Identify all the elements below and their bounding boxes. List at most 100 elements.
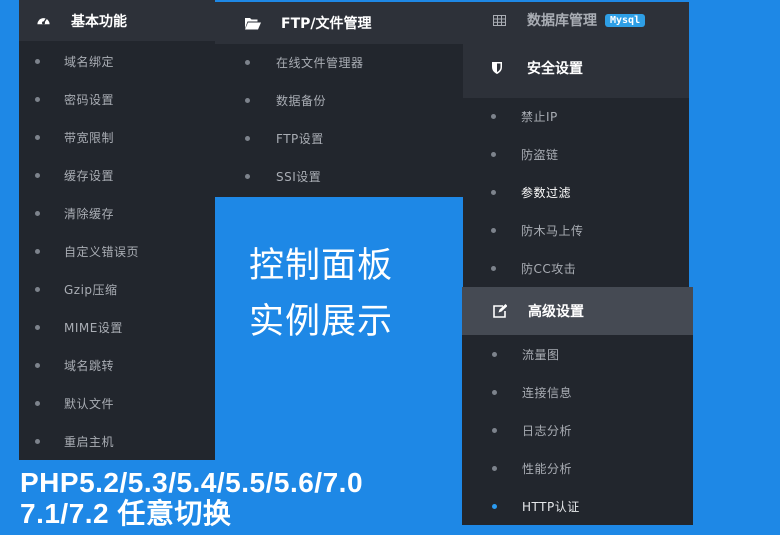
basic-functions-menu: 基本功能 域名绑定 密码设置 带宽限制 缓存设置 清除缓存 自定义错误页 Gzi… xyxy=(19,0,215,460)
bullet-icon xyxy=(491,189,496,195)
advanced-header[interactable]: 高级设置 xyxy=(462,287,693,335)
advanced-title: 高级设置 xyxy=(528,304,584,320)
bullet-icon xyxy=(35,362,40,368)
menu-item-label: 性能分析 xyxy=(522,461,573,476)
security-menu: 安全设置 禁止IP 防盗链 参数过滤 防木马上传 防CC攻击 xyxy=(463,38,689,288)
menu-item-label: 防CC攻击 xyxy=(521,261,577,276)
bullet-icon xyxy=(491,265,496,271)
menu-item-label: 密码设置 xyxy=(64,92,115,107)
menu-item-connection-info[interactable]: 连接信息 xyxy=(462,373,693,411)
menu-item-clear-cache[interactable]: 清除缓存 xyxy=(19,194,215,232)
basic-functions-header[interactable]: 基本功能 xyxy=(19,0,215,41)
bullet-icon xyxy=(35,324,40,330)
menu-item-label: 日志分析 xyxy=(522,423,573,438)
mysql-badge: Mysql xyxy=(605,13,646,27)
menu-item-label: 连接信息 xyxy=(522,385,573,400)
basic-functions-title: 基本功能 xyxy=(71,13,127,30)
menu-item-domain-redirect[interactable]: 域名跳转 xyxy=(19,346,215,384)
menu-item-ftp-settings[interactable]: FTP设置 xyxy=(215,119,463,157)
menu-item-label: MIME设置 xyxy=(64,320,123,335)
menu-item-performance-analysis[interactable]: 性能分析 xyxy=(462,449,693,487)
menu-item-cache-settings[interactable]: 缓存设置 xyxy=(19,156,215,194)
menu-item-label: 参数过滤 xyxy=(521,185,572,200)
bullet-icon xyxy=(492,503,497,509)
menu-item-param-filter[interactable]: 参数过滤 xyxy=(463,173,689,211)
menu-item-bandwidth-limit[interactable]: 带宽限制 xyxy=(19,118,215,156)
bullet-icon xyxy=(35,58,40,64)
menu-item-label: 清除缓存 xyxy=(64,206,115,221)
menu-item-online-file-manager[interactable]: 在线文件管理器 xyxy=(215,43,463,81)
php-version-banner: PHP5.2/5.3/5.4/5.5/5.6/7.0 7.1/7.2 任意切换 xyxy=(20,467,363,529)
shield-icon xyxy=(489,60,505,76)
menu-item-anti-cc-attack[interactable]: 防CC攻击 xyxy=(463,249,689,287)
menu-item-label: 自定义错误页 xyxy=(64,244,140,259)
menu-item-anti-trojan-upload[interactable]: 防木马上传 xyxy=(463,211,689,249)
menu-item-label: HTTP认证 xyxy=(522,499,580,514)
security-title: 安全设置 xyxy=(527,61,583,77)
database-header[interactable]: 数据库管理 Mysql xyxy=(463,2,689,38)
advanced-menu: 高级设置 流量图 连接信息 日志分析 性能分析 HTTP认证 xyxy=(462,287,693,525)
database-menu: 数据库管理 Mysql xyxy=(463,2,689,38)
bullet-icon xyxy=(35,210,40,216)
menu-item-label: 流量图 xyxy=(522,347,560,362)
menu-item-label: 缓存设置 xyxy=(64,168,115,183)
bullet-icon xyxy=(492,465,497,471)
bullet-icon xyxy=(492,351,497,357)
menu-item-label: 域名跳转 xyxy=(64,358,115,373)
bullet-icon xyxy=(491,113,496,119)
php-version-line-2: 7.1/7.2 任意切换 xyxy=(20,498,232,529)
bullet-icon xyxy=(492,427,497,433)
bullet-icon xyxy=(35,172,40,178)
menu-item-label: 带宽限制 xyxy=(64,130,115,145)
menu-item-anti-hotlink[interactable]: 防盗链 xyxy=(463,135,689,173)
menu-item-http-auth[interactable]: HTTP认证 xyxy=(462,487,693,525)
bullet-icon xyxy=(245,59,250,65)
menu-item-password-settings[interactable]: 密码设置 xyxy=(19,80,215,118)
menu-item-traffic-graph[interactable]: 流量图 xyxy=(462,335,693,373)
bullet-icon xyxy=(245,135,250,141)
promo-heading: 控制面板 实例展示 xyxy=(249,242,393,346)
table-icon xyxy=(491,12,507,28)
menu-item-domain-binding[interactable]: 域名绑定 xyxy=(19,42,215,80)
menu-item-log-analysis[interactable]: 日志分析 xyxy=(462,411,693,449)
bullet-icon xyxy=(491,151,496,157)
menu-item-mime[interactable]: MIME设置 xyxy=(19,308,215,346)
menu-item-label: 禁止IP xyxy=(521,109,558,124)
menu-item-label: FTP设置 xyxy=(276,131,324,146)
bullet-icon xyxy=(35,248,40,254)
menu-item-label: 重启主机 xyxy=(64,434,115,449)
menu-item-label: 域名绑定 xyxy=(64,54,115,69)
promo-line-2: 实例展示 xyxy=(249,302,394,342)
menu-item-label: Gzip压缩 xyxy=(64,282,118,297)
bullet-icon xyxy=(245,173,250,179)
menu-item-label: 在线文件管理器 xyxy=(276,55,364,70)
bullet-icon xyxy=(35,134,40,140)
edit-icon xyxy=(492,303,508,319)
bullet-icon xyxy=(35,96,40,102)
promo-line-1: 控制面板 xyxy=(249,246,394,286)
bullet-icon xyxy=(492,389,497,395)
menu-item-label: 数据备份 xyxy=(276,93,327,108)
bullet-icon xyxy=(35,400,40,406)
php-version-line-1: PHP5.2/5.3/5.4/5.5/5.6/7.0 xyxy=(20,467,364,498)
security-header[interactable]: 安全设置 xyxy=(463,38,689,98)
menu-item-default-file[interactable]: 默认文件 xyxy=(19,384,215,422)
ftp-file-menu: FTP/文件管理 在线文件管理器 数据备份 FTP设置 SSI设置 xyxy=(215,2,463,197)
database-title: 数据库管理 xyxy=(527,13,597,29)
menu-item-gzip[interactable]: Gzip压缩 xyxy=(19,270,215,308)
folder-open-icon xyxy=(245,15,261,31)
ftp-file-header[interactable]: FTP/文件管理 xyxy=(215,2,463,44)
menu-item-custom-error-page[interactable]: 自定义错误页 xyxy=(19,232,215,270)
menu-item-label: 防盗链 xyxy=(521,147,559,162)
menu-item-data-backup[interactable]: 数据备份 xyxy=(215,81,463,119)
bullet-icon xyxy=(35,286,40,292)
bullet-icon xyxy=(491,227,496,233)
menu-item-restart-host[interactable]: 重启主机 xyxy=(19,422,215,460)
bullet-icon xyxy=(35,438,40,444)
ftp-file-title: FTP/文件管理 xyxy=(281,16,372,32)
menu-item-label: 默认文件 xyxy=(64,396,115,411)
bullet-icon xyxy=(245,97,250,103)
menu-item-ban-ip[interactable]: 禁止IP xyxy=(463,97,689,135)
menu-item-ssi-settings[interactable]: SSI设置 xyxy=(215,157,463,195)
menu-item-label: SSI设置 xyxy=(276,169,322,184)
